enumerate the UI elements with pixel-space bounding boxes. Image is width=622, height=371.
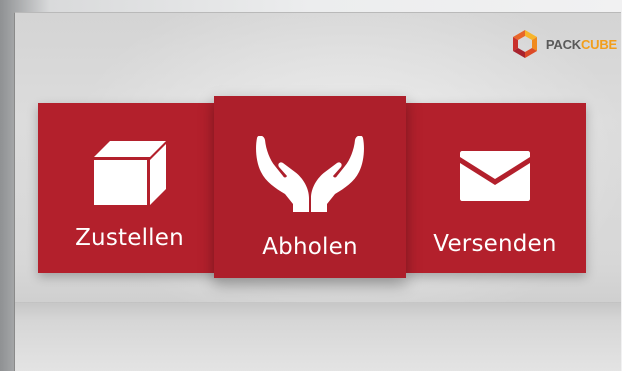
package-box-icon	[93, 141, 166, 205]
logo-text-cube: CUBE	[580, 36, 617, 52]
open-hands-icon	[256, 136, 364, 212]
versenden-label: Versenden	[433, 231, 557, 257]
versenden-button[interactable]: Versenden	[404, 103, 586, 273]
abholen-button[interactable]: Abholen	[214, 96, 406, 278]
abholen-label: Abholen	[262, 234, 358, 260]
logo-wordmark: PACKCUBE	[546, 37, 617, 52]
floor-background	[15, 303, 621, 371]
packcube-logo: PACKCUBE	[510, 29, 617, 59]
envelope-icon	[460, 151, 530, 201]
zustellen-label: Zustellen	[75, 225, 184, 251]
zustellen-button[interactable]: Zustellen	[38, 103, 221, 273]
logo-text-pack: PACK	[545, 36, 581, 52]
cube-logo-icon	[512, 30, 537, 58]
